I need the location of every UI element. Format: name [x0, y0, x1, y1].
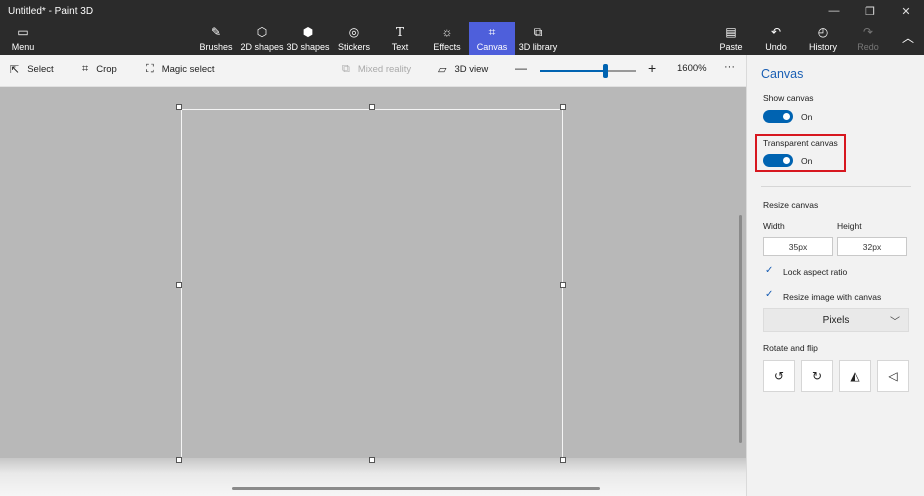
lock-aspect-checkbox[interactable]: ✓: [765, 265, 773, 276]
canvas-panel: Canvas Show canvas On Transparent canvas…: [746, 55, 924, 496]
stickers-icon: ◎: [348, 24, 360, 39]
resize-handle-left[interactable]: [176, 282, 182, 288]
workspace-floor: [0, 458, 746, 496]
panel-divider: [761, 186, 911, 187]
magic-select-tool[interactable]: ⛶ Magic select: [146, 63, 215, 76]
rotate-right-icon: ↻: [811, 369, 823, 383]
zoom-slider-thumb[interactable]: [603, 64, 609, 78]
height-label: Height: [837, 221, 862, 231]
window-controls: — ❐ ✕: [816, 0, 924, 22]
tab-effects[interactable]: ☼ Effects: [430, 22, 464, 55]
resize-handle-bottom[interactable]: [369, 457, 375, 463]
text-icon: T: [395, 24, 404, 39]
crop-tool[interactable]: ⌗ Crop: [82, 63, 117, 76]
resize-handle-bottom-right[interactable]: [560, 457, 566, 463]
mixed-reality-button[interactable]: ⧉ Mixed reality: [342, 63, 411, 76]
3d-shapes-icon: ⬢: [302, 24, 314, 39]
title-ribbon-bar: Untitled* - Paint 3D — ❐ ✕ ▭ Menu ✎ Brus…: [0, 0, 924, 55]
lock-aspect-label: Lock aspect ratio: [783, 267, 848, 277]
clipboard-icon: ▤: [725, 24, 737, 39]
3d-library-icon: ⧉: [533, 24, 543, 39]
mixed-reality-icon: ⧉: [342, 63, 350, 75]
canvas-area[interactable]: [181, 109, 563, 459]
resize-canvas-heading: Resize canvas: [763, 200, 819, 210]
resize-handle-top-left[interactable]: [176, 104, 182, 110]
toggle-knob: [783, 113, 790, 120]
chevron-up-icon: ︿: [901, 30, 914, 45]
tab-3d-shapes[interactable]: ⬢ 3D shapes: [286, 22, 329, 55]
flip-vertical-icon: ◁: [888, 369, 898, 383]
rotate-right-button[interactable]: ↻: [801, 360, 833, 392]
redo-icon: ↷: [862, 24, 874, 39]
3d-view-icon: ▱: [438, 64, 447, 76]
workspace: [0, 87, 746, 496]
command-bar: ⇱ Select ⌗ Crop ⛶ Magic select ⧉ Mixed r…: [0, 55, 746, 87]
menu-button[interactable]: ▭ Menu: [8, 22, 38, 55]
3d-view-button[interactable]: ▱ 3D view: [438, 63, 488, 76]
brush-icon: ✎: [210, 24, 222, 39]
2d-shapes-icon: ⬡: [256, 24, 268, 39]
resize-handle-bottom-left[interactable]: [176, 457, 182, 463]
transparent-canvas-state: On: [801, 156, 813, 166]
minimize-button[interactable]: —: [816, 0, 852, 22]
select-tool[interactable]: ⇱ Select: [10, 63, 54, 76]
resize-handle-top-right[interactable]: [560, 104, 566, 110]
units-dropdown[interactable]: Pixels ﹀: [763, 308, 909, 332]
show-canvas-toggle[interactable]: [763, 110, 793, 123]
toggle-knob: [783, 157, 790, 164]
magic-select-icon: ⛶: [146, 63, 154, 75]
more-options-button[interactable]: ···: [724, 61, 735, 73]
undo-icon: ↶: [770, 24, 782, 39]
history-icon: ◴: [817, 24, 829, 39]
tab-brushes[interactable]: ✎ Brushes: [199, 22, 232, 55]
canvas-icon: ⌗: [488, 24, 496, 39]
collapse-ribbon-button[interactable]: ︿: [898, 22, 918, 55]
crop-icon: ⌗: [82, 63, 89, 75]
height-field[interactable]: 32px: [837, 237, 907, 256]
tab-2d-shapes[interactable]: ⬡ 2D shapes: [240, 22, 284, 55]
flip-horizontal-button[interactable]: ◭: [839, 360, 871, 392]
close-button[interactable]: ✕: [888, 0, 924, 22]
folder-icon: ▭: [17, 24, 29, 39]
rotate-left-icon: ↺: [773, 369, 785, 383]
zoom-slider-fill: [540, 70, 606, 72]
tab-canvas[interactable]: ⌗ Canvas: [469, 22, 515, 55]
restore-button[interactable]: ❐: [852, 0, 888, 22]
rotate-left-button[interactable]: ↺: [763, 360, 795, 392]
width-field[interactable]: 35px: [763, 237, 833, 256]
tab-text[interactable]: T Text: [386, 22, 414, 55]
width-label: Width: [763, 221, 785, 231]
zoom-out-button[interactable]: —: [515, 61, 527, 75]
rotate-flip-heading: Rotate and flip: [763, 343, 818, 353]
flip-horizontal-icon: ◭: [850, 369, 860, 383]
transparent-canvas-label: Transparent canvas: [763, 138, 838, 148]
undo-button[interactable]: ↶ Undo: [764, 22, 788, 55]
horizontal-scrollbar[interactable]: [232, 487, 600, 490]
redo-button[interactable]: ↷ Redo: [856, 22, 880, 55]
zoom-slider[interactable]: [540, 64, 636, 78]
chevron-down-icon: ﹀: [890, 317, 900, 328]
show-canvas-label: Show canvas: [763, 93, 814, 103]
flip-vertical-button[interactable]: ◁: [877, 360, 909, 392]
history-button[interactable]: ◴ History: [808, 22, 838, 55]
panel-title: Canvas: [761, 67, 804, 81]
resize-image-checkbox[interactable]: ✓: [765, 289, 773, 300]
tab-stickers[interactable]: ◎ Stickers: [336, 22, 372, 55]
paste-button[interactable]: ▤ Paste: [719, 22, 743, 55]
zoom-level: 1600%: [677, 63, 707, 74]
effects-icon: ☼: [441, 24, 453, 39]
transparent-canvas-toggle[interactable]: [763, 154, 793, 167]
cursor-icon: ⇱: [10, 64, 20, 76]
zoom-in-button[interactable]: +: [648, 60, 656, 76]
window-title: Untitled* - Paint 3D: [8, 6, 94, 17]
tab-3d-library[interactable]: ⧉ 3D library: [518, 22, 558, 55]
resize-handle-top[interactable]: [369, 104, 375, 110]
show-canvas-state: On: [801, 112, 813, 122]
resize-image-label: Resize image with canvas: [783, 292, 882, 302]
resize-handle-right[interactable]: [560, 282, 566, 288]
vertical-scrollbar[interactable]: [739, 215, 742, 443]
